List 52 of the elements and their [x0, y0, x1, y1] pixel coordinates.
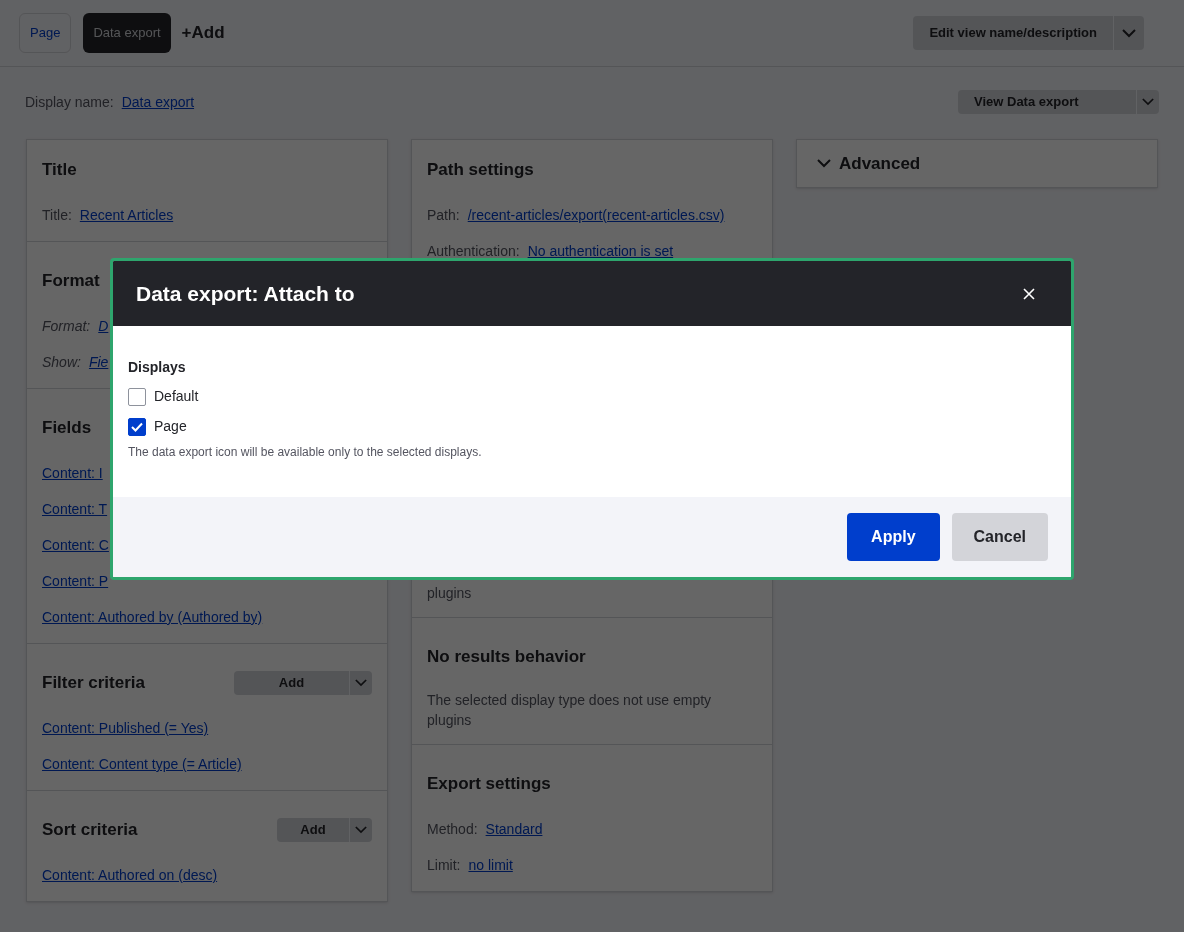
checkbox[interactable] [128, 417, 146, 436]
setting-label: Limit: [427, 856, 461, 875]
dialog-title: Data export: Attach to [136, 280, 355, 307]
setting-label: Authentication: [427, 242, 520, 261]
setting-label: Path: [427, 206, 460, 225]
setting-link[interactable]: D [98, 314, 109, 338]
setting-label: Format: [42, 317, 91, 336]
cancel-button[interactable]: Cancel [951, 513, 1048, 561]
setting-link[interactable]: Standard [485, 817, 543, 841]
chevron-down-icon [817, 159, 831, 168]
display-name-link[interactable]: Data export [121, 91, 195, 113]
field-link[interactable]: Content: Published (= Yes) [42, 720, 209, 736]
group-label: Displays [128, 358, 187, 376]
display-tab[interactable]: Page [19, 13, 72, 53]
field-link[interactable]: Content: Authored on (desc) [42, 867, 218, 883]
chevron-down-icon [355, 826, 367, 834]
field-link[interactable]: Content: C [42, 537, 109, 553]
checkbox[interactable] [128, 387, 146, 406]
display-name-label: Display name: [25, 92, 114, 112]
section-heading: Format [42, 270, 100, 292]
section-heading: Path settings [427, 159, 534, 181]
field-link[interactable]: Content: P [42, 573, 109, 589]
setting-link[interactable]: Recent Articles [79, 203, 174, 227]
section-heading: Export settings [427, 773, 551, 795]
setting-link[interactable]: Fie [88, 350, 109, 374]
setting-label: Title: [42, 206, 72, 225]
field-description: The data export icon will be available only to the selected displays. [128, 444, 483, 461]
field-link[interactable]: Content: Authored by (Authored by) [42, 609, 263, 625]
field-link[interactable]: Content: Content type (= Article) [42, 756, 242, 772]
section-heading: Filter criteria [42, 672, 145, 694]
chevron-down-icon [355, 679, 367, 687]
close-icon [1023, 287, 1035, 300]
section-heading: Title [42, 159, 77, 181]
section-heading: No results behavior [427, 646, 586, 668]
display-tab[interactable]: Data export [83, 13, 171, 53]
section-heading: Fields [42, 417, 92, 439]
advanced-heading[interactable]: Advanced [839, 150, 921, 177]
field-link[interactable]: Content: T [42, 501, 108, 517]
setting-label: Show: [42, 353, 81, 372]
chevron-down-icon [1142, 98, 1154, 106]
field-link[interactable]: Content: I [42, 465, 103, 481]
chevron-down-icon [1122, 28, 1136, 38]
section-heading: Sort criteria [42, 819, 138, 841]
checkbox-label: Default [154, 387, 199, 406]
note-text: plugins [427, 584, 473, 603]
checkbox-label: Page [154, 417, 187, 436]
setting-link[interactable]: no limit [468, 853, 513, 877]
setting-label: Method: [427, 820, 478, 839]
apply-button[interactable]: Apply [847, 513, 940, 561]
note-text: The selected display type does not use empty plugins [427, 691, 713, 730]
setting-link[interactable]: /recent-articles/export(recent-articles.csv) [467, 203, 725, 227]
add-display-link[interactable]: +Add [181, 20, 225, 46]
